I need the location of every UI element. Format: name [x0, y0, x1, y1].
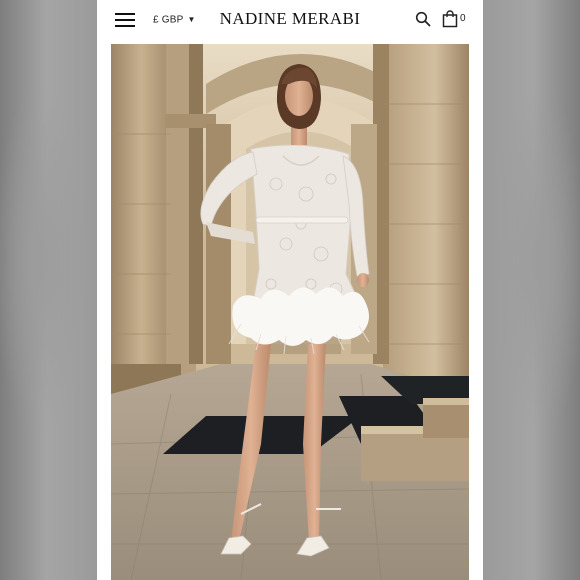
- mobile-page: £ GBP ▼ NADINE MERABI 0: [97, 0, 483, 580]
- hamburger-menu-icon[interactable]: [115, 12, 135, 28]
- currency-label: £ GBP: [153, 14, 184, 26]
- product-photo[interactable]: [111, 44, 469, 580]
- shopping-bag-icon[interactable]: [442, 10, 458, 28]
- brand-logo[interactable]: NADINE MERABI: [215, 8, 365, 30]
- site-header: £ GBP ▼ NADINE MERABI 0: [97, 0, 483, 40]
- currency-selector[interactable]: £ GBP ▼: [153, 12, 196, 28]
- cart-count: 0: [460, 13, 466, 24]
- chevron-down-icon: ▼: [187, 15, 196, 24]
- search-icon[interactable]: [415, 11, 431, 27]
- product-photo-scene: [111, 44, 469, 580]
